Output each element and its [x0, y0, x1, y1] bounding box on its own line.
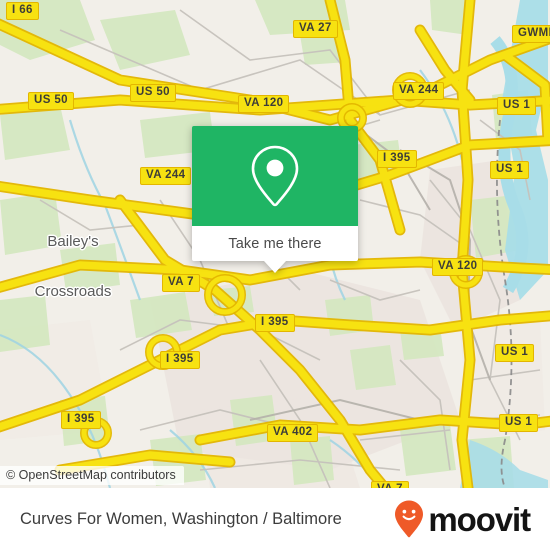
popup-tail: [264, 261, 286, 273]
page-title: Curves For Women, Washington / Baltimore: [20, 509, 342, 528]
map-pin-icon: [251, 145, 299, 207]
road-shield: I 395: [377, 150, 417, 168]
road-shield: VA 402: [267, 424, 319, 442]
road-shield: VA 244: [393, 82, 445, 100]
road-shield: I 395: [61, 411, 101, 429]
road-shield: I 66: [6, 2, 39, 20]
road-shield: I 395: [255, 314, 295, 332]
road-shield: VA 7: [162, 274, 200, 292]
popup-cta[interactable]: Take me there: [192, 226, 358, 261]
station-popup[interactable]: Take me there: [192, 126, 358, 273]
road-shield: US 50: [130, 84, 176, 102]
footer-bar: Curves For Women, Washington / Baltimore…: [0, 488, 550, 550]
road-shield: GWMP: [512, 25, 550, 43]
road-shield: US 1: [495, 344, 535, 362]
popup-cta-label: Take me there: [228, 235, 322, 252]
moovit-smiley-pin-icon: [395, 500, 424, 538]
road-shield: I 395: [160, 351, 200, 369]
road-shield: VA 120: [432, 258, 484, 276]
road-shield: VA 120: [238, 95, 290, 113]
road-shield: US 1: [499, 414, 539, 432]
road-shield: US 50: [28, 92, 74, 110]
moovit-station-card: Bailey's Crossroads I 66VA 27GWMPUS 50US…: [0, 0, 550, 550]
popup-header: [192, 126, 358, 226]
road-shield: US 1: [497, 97, 537, 115]
road-shield: VA 7: [371, 481, 409, 488]
osm-attribution[interactable]: © OpenStreetMap contributors: [0, 466, 184, 485]
road-shield: US 1: [490, 161, 530, 179]
moovit-wordmark: moovit: [428, 500, 531, 538]
moovit-logo[interactable]: moovit: [393, 488, 531, 550]
map-canvas[interactable]: Bailey's Crossroads I 66VA 27GWMPUS 50US…: [0, 0, 550, 488]
road-shield: VA 244: [140, 167, 192, 185]
road-shield: VA 27: [293, 20, 338, 38]
